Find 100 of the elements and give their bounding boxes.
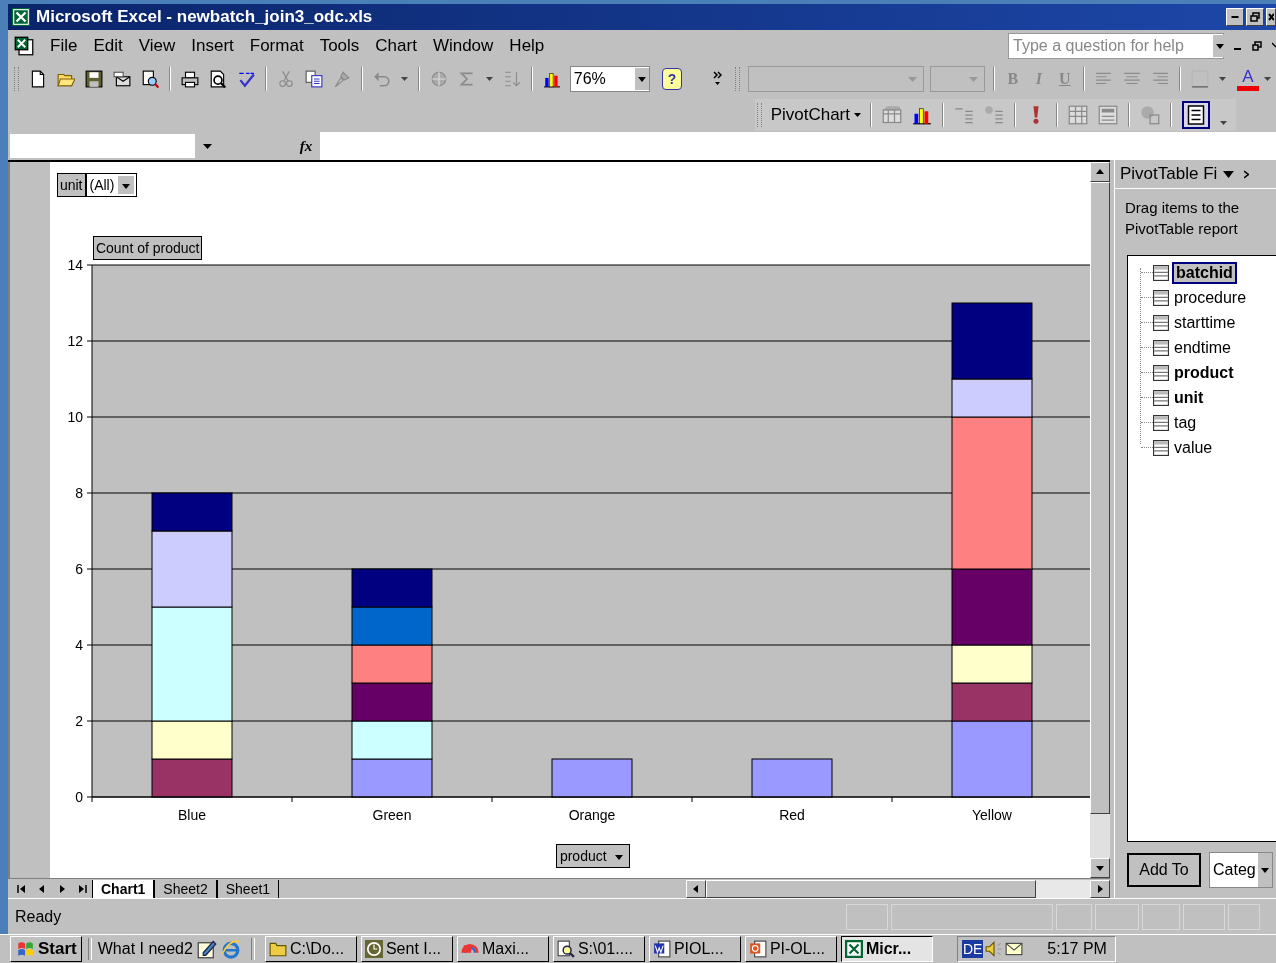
format-report-icon[interactable]	[882, 104, 902, 125]
scroll-left-icon[interactable]	[686, 879, 706, 898]
document-icon[interactable]	[14, 35, 34, 56]
field-item[interactable]: batchid	[1172, 261, 1237, 284]
status-bar-panel	[1183, 903, 1225, 930]
speaker-icon[interactable]	[985, 940, 1004, 958]
taskbar-button[interactable]: Maxi...	[456, 936, 549, 962]
taskbar-button[interactable]: Micr...	[840, 936, 933, 962]
font-color-button[interactable]: A	[1236, 67, 1259, 92]
close-button[interactable]	[1266, 7, 1276, 26]
close-icon[interactable]	[1244, 169, 1250, 179]
field-item[interactable]: starttime	[1172, 313, 1238, 332]
category-label: Orange	[568, 807, 616, 824]
caret-icon[interactable]	[1220, 120, 1227, 125]
restore-icon[interactable]	[1252, 40, 1262, 51]
page-field-dropdown[interactable]: (All)	[85, 173, 138, 198]
category-label: Yellow	[971, 807, 1012, 824]
menu-item[interactable]: Tools	[311, 35, 368, 56]
bar-chart-icon[interactable]	[542, 70, 561, 89]
scroll-down-icon[interactable]	[1090, 858, 1110, 879]
pivotchart-menu-button[interactable]: PivotChart	[766, 104, 865, 125]
borders-icon[interactable]	[1190, 70, 1209, 89]
menu-item[interactable]: Edit	[85, 35, 131, 56]
mail-icon[interactable]	[112, 70, 131, 89]
sheet-tab[interactable]: Sheet2	[154, 879, 217, 898]
scroll-thumb[interactable]	[706, 879, 1036, 898]
zoom-dropdown[interactable]: 76%	[569, 66, 650, 93]
help-button[interactable]: ?	[661, 68, 683, 91]
field-item[interactable]: procedure	[1172, 288, 1249, 307]
page-field-button[interactable]: unit	[56, 173, 86, 198]
caret-icon[interactable]	[485, 77, 493, 82]
formula-input-field[interactable]	[320, 132, 1276, 161]
minimize-icon	[1231, 15, 1239, 18]
print-preview-icon[interactable]	[208, 70, 227, 89]
field-icon	[1153, 414, 1169, 431]
status-text: Ready	[15, 907, 62, 926]
field-item[interactable]: product	[1172, 363, 1236, 382]
caret-icon	[854, 112, 861, 117]
caret-icon[interactable]	[400, 77, 408, 82]
field-icon	[1153, 389, 1169, 406]
category-field-dropdown[interactable]: product	[555, 844, 630, 869]
area-dropdown[interactable]: Categ	[1209, 852, 1273, 889]
taskbar-button[interactable]: PI-OL...	[744, 936, 837, 962]
copy-icon[interactable]	[304, 70, 323, 89]
field-icon	[1153, 364, 1169, 381]
language-indicator[interactable]: DE	[961, 940, 984, 958]
y-tick-label: 12	[67, 333, 83, 350]
field-icon	[1153, 289, 1169, 306]
rainbow-logo-icon	[460, 944, 479, 954]
taskbar-button[interactable]: PIOL...	[648, 936, 741, 962]
minimize-button[interactable]	[1226, 7, 1244, 26]
next-sheet-icon[interactable]	[57, 883, 67, 894]
last-sheet-icon[interactable]	[77, 883, 87, 894]
notepad-icon[interactable]	[196, 939, 217, 959]
document-search-icon[interactable]	[140, 70, 159, 89]
caret-icon[interactable]	[1263, 77, 1271, 82]
restore-button[interactable]	[1246, 7, 1264, 26]
taskbar-button[interactable]: C:\Do...	[264, 936, 357, 962]
printer-icon[interactable]	[180, 70, 199, 89]
menu-item[interactable]: Format	[241, 35, 312, 56]
presentation-icon	[748, 940, 767, 958]
menu-item[interactable]: View	[130, 35, 184, 56]
previous-sheet-icon[interactable]	[37, 883, 47, 894]
menu-item[interactable]: Help	[501, 35, 553, 56]
taskbar-button[interactable]: S:\01....	[552, 936, 645, 962]
horizontal-scrollbar[interactable]	[686, 879, 1110, 898]
taskbar-button[interactable]: Sent I...	[360, 936, 453, 962]
field-settings-icon[interactable]	[1098, 104, 1118, 125]
table-icon[interactable]	[1068, 104, 1088, 125]
menu-item[interactable]: Insert	[183, 35, 242, 56]
caret-icon[interactable]	[1218, 77, 1226, 82]
menu-item[interactable]: File	[42, 35, 86, 56]
scroll-right-icon[interactable]	[1090, 879, 1110, 898]
window-title: Microsoft Excel - newbatch_join3_odc.xls	[36, 6, 373, 27]
help-search-field[interactable]: Type a question for help	[1008, 32, 1224, 59]
dropdown-arrow-icon[interactable]	[203, 143, 212, 149]
sheet-tab[interactable]: Sheet1	[216, 879, 280, 898]
close-icon	[1268, 11, 1274, 22]
spelling-check-icon[interactable]	[236, 70, 255, 89]
toolbar-label: What I need2	[97, 940, 193, 958]
close-icon[interactable]	[1272, 41, 1276, 50]
word-document-icon	[652, 940, 671, 958]
envelope-icon[interactable]	[1005, 940, 1024, 958]
pane-menu-caret-icon[interactable]	[1223, 170, 1235, 178]
field-item[interactable]: value	[1172, 438, 1215, 457]
add-to-button[interactable]: Add To	[1127, 853, 1201, 888]
first-sheet-icon[interactable]	[17, 883, 27, 894]
overflow-chevron-icon[interactable]	[712, 71, 723, 88]
menu-item[interactable]: Chart	[367, 35, 425, 56]
field-item[interactable]: unit	[1172, 388, 1206, 407]
sheet-tab[interactable]: Chart1	[92, 879, 155, 898]
data-field-button[interactable]: Count of product	[92, 236, 203, 261]
menu-item[interactable]: Window	[424, 35, 502, 56]
field-item[interactable]: tag	[1172, 413, 1199, 432]
field-list-icon[interactable]	[1182, 100, 1210, 129]
start-button[interactable]: Start	[10, 936, 82, 962]
status-bar-panel	[1228, 903, 1260, 930]
insert-function-button[interactable]: fx	[292, 137, 320, 155]
field-item[interactable]: endtime	[1172, 338, 1233, 357]
scroll-up-icon[interactable]	[1090, 162, 1110, 183]
